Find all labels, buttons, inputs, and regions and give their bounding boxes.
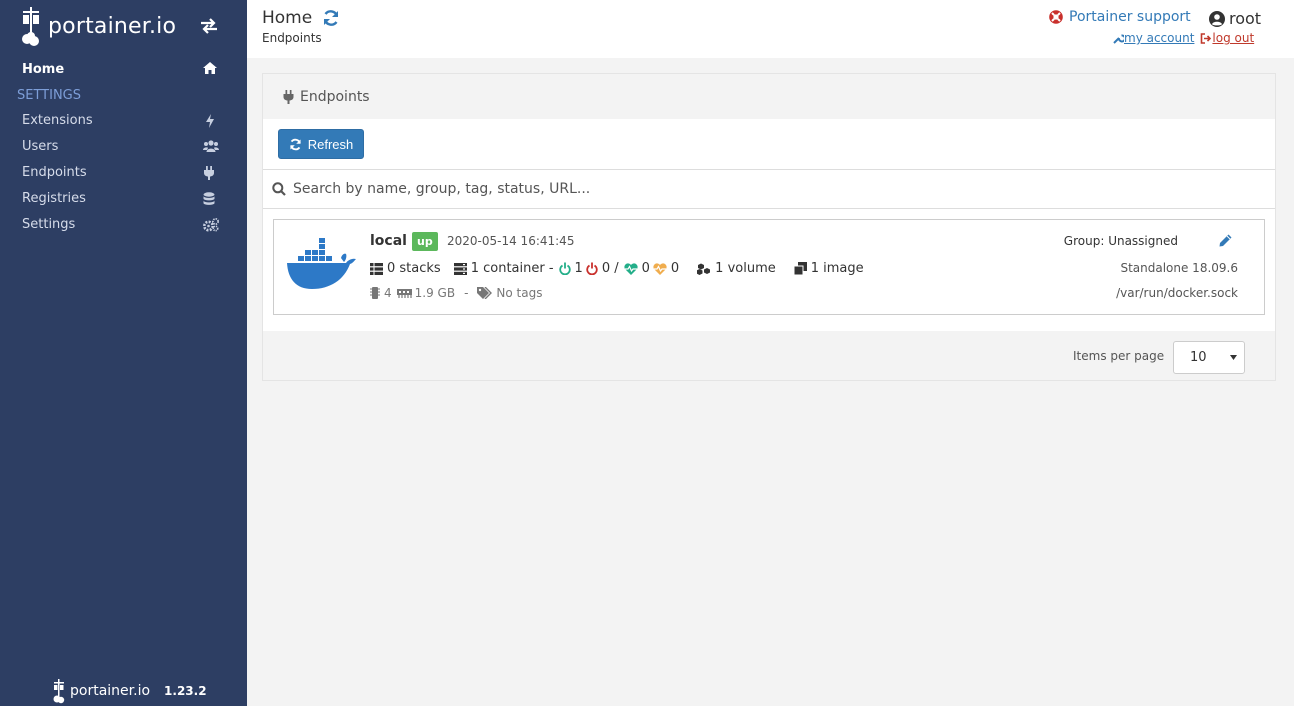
stopped-count: 0 /	[601, 261, 619, 276]
memory-size: 1.9 GB	[414, 286, 456, 300]
endpoint-stats: 0 stacks 1 container - 1 0 / 0 0 1 volum…	[370, 261, 864, 276]
sidebar-item-label: Endpoints	[22, 165, 87, 180]
sidebar-item-registries[interactable]: Registries	[0, 186, 247, 212]
portainer-support-link[interactable]: Portainer support	[1049, 9, 1191, 25]
sign-out-icon	[1201, 32, 1212, 44]
volumes-count: 1 volume	[715, 261, 776, 276]
sidebar-item-users[interactable]: Users	[0, 134, 247, 160]
user-menu: root	[1209, 9, 1261, 28]
heartbeat-icon	[624, 262, 638, 275]
refresh-icon[interactable]	[322, 9, 340, 27]
page-header: Home Endpoints Portainer support root my…	[247, 0, 1294, 58]
app-version: 1.23.2	[164, 684, 207, 698]
my-account-label: my account	[1124, 31, 1195, 45]
cubes-icon	[697, 263, 711, 275]
logout-link[interactable]: log out	[1200, 31, 1254, 45]
sidebar-brand[interactable]: portainer.io	[20, 4, 176, 48]
endpoint-meta: 4 1.9 GB - No tags	[370, 286, 542, 300]
actions-bar: Refresh	[263, 119, 1275, 169]
healthy-count: 0	[641, 261, 650, 276]
search-icon	[272, 182, 286, 196]
tags-icon	[477, 287, 493, 299]
server-icon	[453, 262, 467, 275]
page-title: Home	[262, 8, 313, 28]
database-icon	[203, 192, 215, 205]
account-links: my account log out	[1113, 31, 1254, 45]
bolt-icon	[206, 114, 214, 128]
power-on-icon	[558, 262, 571, 275]
endpoints-widget: Endpoints Refresh Search by name, group,…	[262, 73, 1276, 381]
endpoint-name: local	[370, 233, 407, 249]
users-icon	[203, 140, 219, 152]
search-bar	[263, 169, 1275, 209]
stacks-count: 0 stacks	[387, 261, 441, 276]
wrench-icon	[1113, 34, 1124, 44]
username: root	[1229, 9, 1262, 28]
refresh-button-label: Refresh	[307, 136, 354, 152]
endpoint-list: local up 2020-05-14 16:41:45 0 stacks 1 …	[263, 209, 1275, 331]
plug-icon	[283, 90, 294, 104]
endpoint-card[interactable]: local up 2020-05-14 16:41:45 0 stacks 1 …	[273, 219, 1265, 315]
breadcrumb: Endpoints	[262, 31, 322, 45]
images-count: 1 image	[810, 261, 864, 276]
microchip-icon	[370, 287, 380, 299]
portainer-logo-icon	[53, 679, 65, 704]
refresh-icon	[289, 138, 301, 150]
sidebar-item-label: Home	[22, 61, 65, 77]
caret-down-icon	[1230, 355, 1237, 360]
sidebar-footer-brand: portainer.io 1.23.2	[52, 678, 207, 704]
memory-icon	[396, 289, 412, 298]
sidebar-item-home[interactable]: Home	[0, 56, 247, 82]
sidebar-item-label: Settings	[22, 217, 76, 232]
items-per-page-select[interactable]: 10	[1173, 341, 1245, 374]
unhealthy-count: 0	[670, 261, 680, 276]
sidebar-item-label: Registries	[22, 191, 86, 206]
endpoint-url: /var/run/docker.sock	[1116, 286, 1238, 300]
cpu-count: 4	[384, 286, 392, 300]
pencil-icon[interactable]	[1219, 234, 1232, 247]
power-off-icon	[586, 262, 598, 275]
heartbeat-warning-icon	[653, 262, 667, 275]
sidebar-item-label: Users	[22, 139, 59, 154]
status-badge: up	[412, 232, 438, 251]
sidebar-item-settings[interactable]: Settings	[0, 212, 247, 238]
sidebar-item-label: Extensions	[22, 113, 93, 128]
my-account-link[interactable]: my account	[1113, 31, 1194, 45]
endpoint-group: Group: Unassigned	[1063, 234, 1178, 248]
search-input[interactable]	[293, 176, 1253, 202]
meta-separator: -	[464, 286, 469, 300]
refresh-button[interactable]: Refresh	[278, 129, 364, 159]
pagination-bar: Items per page 10	[263, 331, 1275, 380]
clone-icon	[793, 262, 807, 275]
sidebar: portainer.io Home SETTINGS Extensions Us…	[0, 0, 247, 706]
widget-header: Endpoints	[263, 74, 1275, 119]
portainer-logo-icon	[22, 7, 39, 46]
home-icon	[203, 62, 217, 74]
containers-count: 1 container -	[470, 261, 554, 276]
plug-icon	[204, 166, 214, 180]
endpoint-snapshot-date: 2020-05-14 16:41:45	[447, 234, 575, 248]
endpoint-tags: No tags	[496, 286, 543, 300]
sidebar-item-extensions[interactable]: Extensions	[0, 108, 247, 134]
sidebar-item-endpoints[interactable]: Endpoints	[0, 160, 247, 186]
endpoint-version: Standalone 18.09.6	[1120, 261, 1238, 275]
widget-title: Endpoints	[300, 89, 370, 105]
logout-label: log out	[1212, 31, 1255, 45]
user-circle-icon	[1209, 10, 1225, 27]
items-per-page-value: 10	[1190, 350, 1207, 365]
running-count: 1	[574, 261, 583, 276]
brand-name: portainer.io	[48, 13, 177, 39]
sidebar-toggle-icon[interactable]	[200, 18, 218, 34]
cogs-icon	[203, 218, 219, 232]
items-per-page-label: Items per page	[1073, 349, 1165, 363]
sidebar-section-settings: SETTINGS	[17, 88, 82, 103]
docker-logo-icon	[287, 238, 356, 289]
footer-brand-name: portainer.io	[70, 683, 151, 699]
th-list-icon	[370, 262, 383, 275]
support-label: Portainer support	[1069, 9, 1191, 25]
life-ring-icon	[1049, 10, 1063, 24]
